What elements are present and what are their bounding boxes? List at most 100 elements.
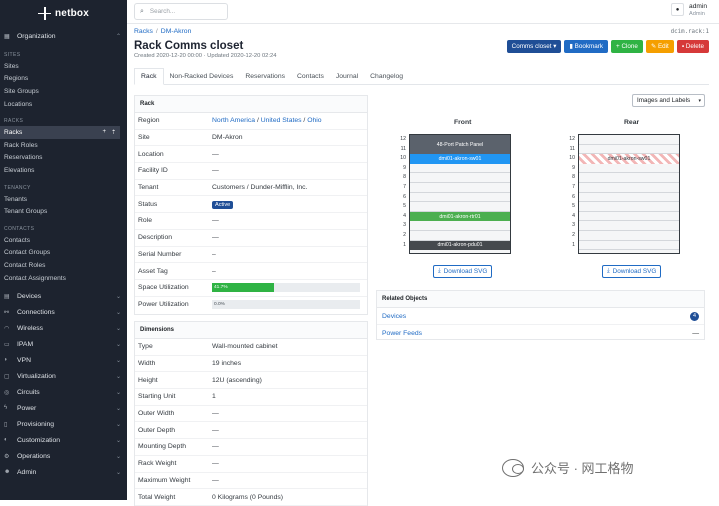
rack-unit-slot[interactable]	[579, 145, 679, 155]
rack-unit-slot[interactable]	[410, 183, 510, 193]
circuit-icon: ◎	[4, 389, 10, 396]
nav-group-operations[interactable]: ⚙ Operations ⌄	[0, 448, 127, 464]
nav-group-circuits[interactable]: ◎ Circuits ⌄	[0, 384, 127, 400]
rack-device[interactable]: dmi01-akron-sw01	[579, 154, 679, 164]
edit-button[interactable]: ✎ Edit	[645, 40, 674, 53]
elevation-view-select[interactable]: Images and Labels ▾	[632, 94, 705, 107]
sidebar-item-tenant-groups[interactable]: Tenant Groups	[0, 205, 127, 218]
rack-unit-slot[interactable]	[410, 173, 510, 183]
rack-device[interactable]: 48-Port Patch Panel	[410, 135, 510, 155]
bookmark-button[interactable]: ▮ Bookmark	[564, 40, 609, 53]
rack-unit-slot[interactable]	[579, 241, 679, 251]
netbox-logo-icon	[38, 6, 51, 20]
rack-device[interactable]: dmi01-akron-rtr01	[410, 211, 510, 222]
site-link[interactable]: DM-Akron	[212, 134, 243, 141]
rack-device[interactable]: dmi01-akron-sw01	[410, 154, 510, 164]
user-menu[interactable]: ● admin Admin	[671, 3, 707, 17]
sidebar-item-contacts[interactable]: Contacts	[0, 234, 127, 247]
rack-unit-slot[interactable]	[579, 212, 679, 222]
rack-rear: dmi01-akron-sw01	[578, 134, 680, 254]
import-rack-icon[interactable]: ⇡	[111, 129, 116, 136]
rack-unit-number: 4	[403, 212, 406, 219]
dimensions-value: 19 inches	[212, 360, 242, 368]
delete-button[interactable]: ▪ Delete	[676, 40, 709, 53]
dimensions-key: Rack Weight	[138, 460, 177, 468]
region-link-1[interactable]: United States	[261, 117, 302, 124]
status-badge: Active	[212, 200, 234, 209]
object-id: dcim.rack:1	[670, 29, 709, 35]
nav-group-power[interactable]: ϟ Power ⌄	[0, 400, 127, 416]
rack-unit-slot[interactable]	[579, 164, 679, 174]
chevron-down-icon: ⌄	[115, 469, 121, 476]
rack-unit-slot[interactable]	[579, 231, 679, 241]
rack-unit-number: 2	[403, 232, 406, 238]
nav-group-vpn[interactable]: ◗ VPN ⌄	[0, 352, 127, 368]
breadcrumb-site[interactable]: DM-Akron	[161, 28, 192, 35]
tab-contacts[interactable]: Contacts	[291, 68, 330, 84]
rack-unit-slot[interactable]	[579, 135, 679, 145]
rack-unit-number: 7	[572, 184, 575, 190]
rack-unit-slot[interactable]	[410, 221, 510, 231]
sidebar-item-contact-groups[interactable]: Contact Groups	[0, 247, 127, 260]
rack-unit-slot[interactable]	[410, 231, 510, 241]
tab-non-racked-devices[interactable]: Non-Racked Devices	[164, 68, 240, 84]
region-link-0[interactable]: North America	[212, 117, 255, 124]
breadcrumb: Racks / DM-Akron	[134, 28, 192, 35]
nav-group-admin[interactable]: ☻ Admin ⌄	[0, 464, 127, 480]
nav-group-customization[interactable]: ◐ Customization ⌄	[0, 432, 127, 448]
nav-section-contacts: CONTACTS	[4, 225, 35, 232]
sidebar-item-racks[interactable]: Racks + ⇡	[0, 126, 120, 139]
nav-section-racks: RACKS	[4, 118, 24, 125]
tab-journal[interactable]: Journal	[330, 68, 364, 84]
region-link-2[interactable]: Ohio	[307, 117, 321, 124]
sidebar-item-reservations[interactable]: Reservations	[0, 152, 127, 165]
sidebar-item-rack-roles[interactable]: Rack Roles	[0, 139, 127, 152]
rack-unit-slot[interactable]	[410, 193, 510, 203]
tab-changelog[interactable]: Changelog	[364, 68, 409, 84]
rack-unit-slot[interactable]	[579, 183, 679, 193]
rack-unit-slot[interactable]	[579, 193, 679, 203]
sidebar-item-locations[interactable]: Locations	[0, 98, 127, 111]
nav-group-devices[interactable]: ▤ Devices ⌄	[0, 288, 127, 304]
clone-button[interactable]: + Clone	[611, 40, 643, 53]
sidebar-item-contact-roles[interactable]: Contact Roles	[0, 259, 127, 272]
sidebar-item-contact-assignments[interactable]: Contact Assignments	[0, 272, 127, 285]
nav-group-organization[interactable]: ▦ Organization ⌃	[0, 28, 127, 44]
rack-device[interactable]: dmi01-akron-pdu01	[410, 240, 510, 251]
chevron-down-icon: ⌄	[115, 325, 121, 332]
rack-row-region: Region North America / United States / O…	[135, 113, 367, 130]
nav-group-connections[interactable]: ⚯ Connections ⌄	[0, 304, 127, 320]
add-rack-icon[interactable]: +	[102, 129, 106, 136]
rack-unit-slot[interactable]	[579, 221, 679, 231]
related-row-power-feeds[interactable]: Power Feeds —	[377, 325, 704, 342]
rack-unit-slot[interactable]	[579, 173, 679, 183]
sidebar-item-regions[interactable]: Regions	[0, 73, 127, 86]
rack-unit-slot[interactable]	[410, 164, 510, 174]
sidebar-item-elevations[interactable]: Elevations	[0, 164, 127, 177]
download-rear-svg-button[interactable]: ⤓ Download SVG	[602, 265, 662, 278]
tab-reservations[interactable]: Reservations	[239, 68, 291, 84]
download-front-svg-button[interactable]: ⤓ Download SVG	[433, 265, 493, 278]
nav-group-wireless[interactable]: ◠ Wireless ⌄	[0, 320, 127, 336]
rack-unit-slot[interactable]	[410, 202, 510, 212]
search-input[interactable]: ⌕ Search...	[134, 3, 228, 20]
rack-dropdown-button[interactable]: Comms closet ▾	[506, 40, 562, 53]
sidebar-item-tenants[interactable]: Tenants	[0, 193, 127, 206]
netbox-logo[interactable]: netbox	[0, 0, 127, 26]
nav-group-virtualization[interactable]: ▢ Virtualization ⌄	[0, 368, 127, 384]
dimensions-row: Outer Width —	[135, 406, 367, 423]
related-row-devices[interactable]: Devices 4	[377, 308, 704, 325]
breadcrumb-racks[interactable]: Racks	[134, 28, 153, 35]
tenant-link[interactable]: Customers / Dunder-Mifflin, Inc.	[212, 184, 307, 191]
dimensions-key: Outer Width	[138, 410, 175, 418]
tab-rack[interactable]: Rack	[134, 68, 164, 85]
power-utilization-bar: 0.0%	[212, 300, 360, 310]
rack-unit-slot[interactable]	[579, 202, 679, 212]
sidebar-item-site-groups[interactable]: Site Groups	[0, 85, 127, 98]
user-role: Admin	[689, 10, 705, 17]
nav-group-ipam[interactable]: ▭ IPAM ⌄	[0, 336, 127, 352]
rack-unit-number: 10	[569, 155, 575, 162]
sidebar-item-sites[interactable]: Sites	[0, 60, 127, 73]
nav-group-provisioning[interactable]: ▯ Provisioning ⌄	[0, 416, 127, 432]
related-objects-card: Related Objects Devices 4 Power Feeds —	[376, 290, 705, 340]
